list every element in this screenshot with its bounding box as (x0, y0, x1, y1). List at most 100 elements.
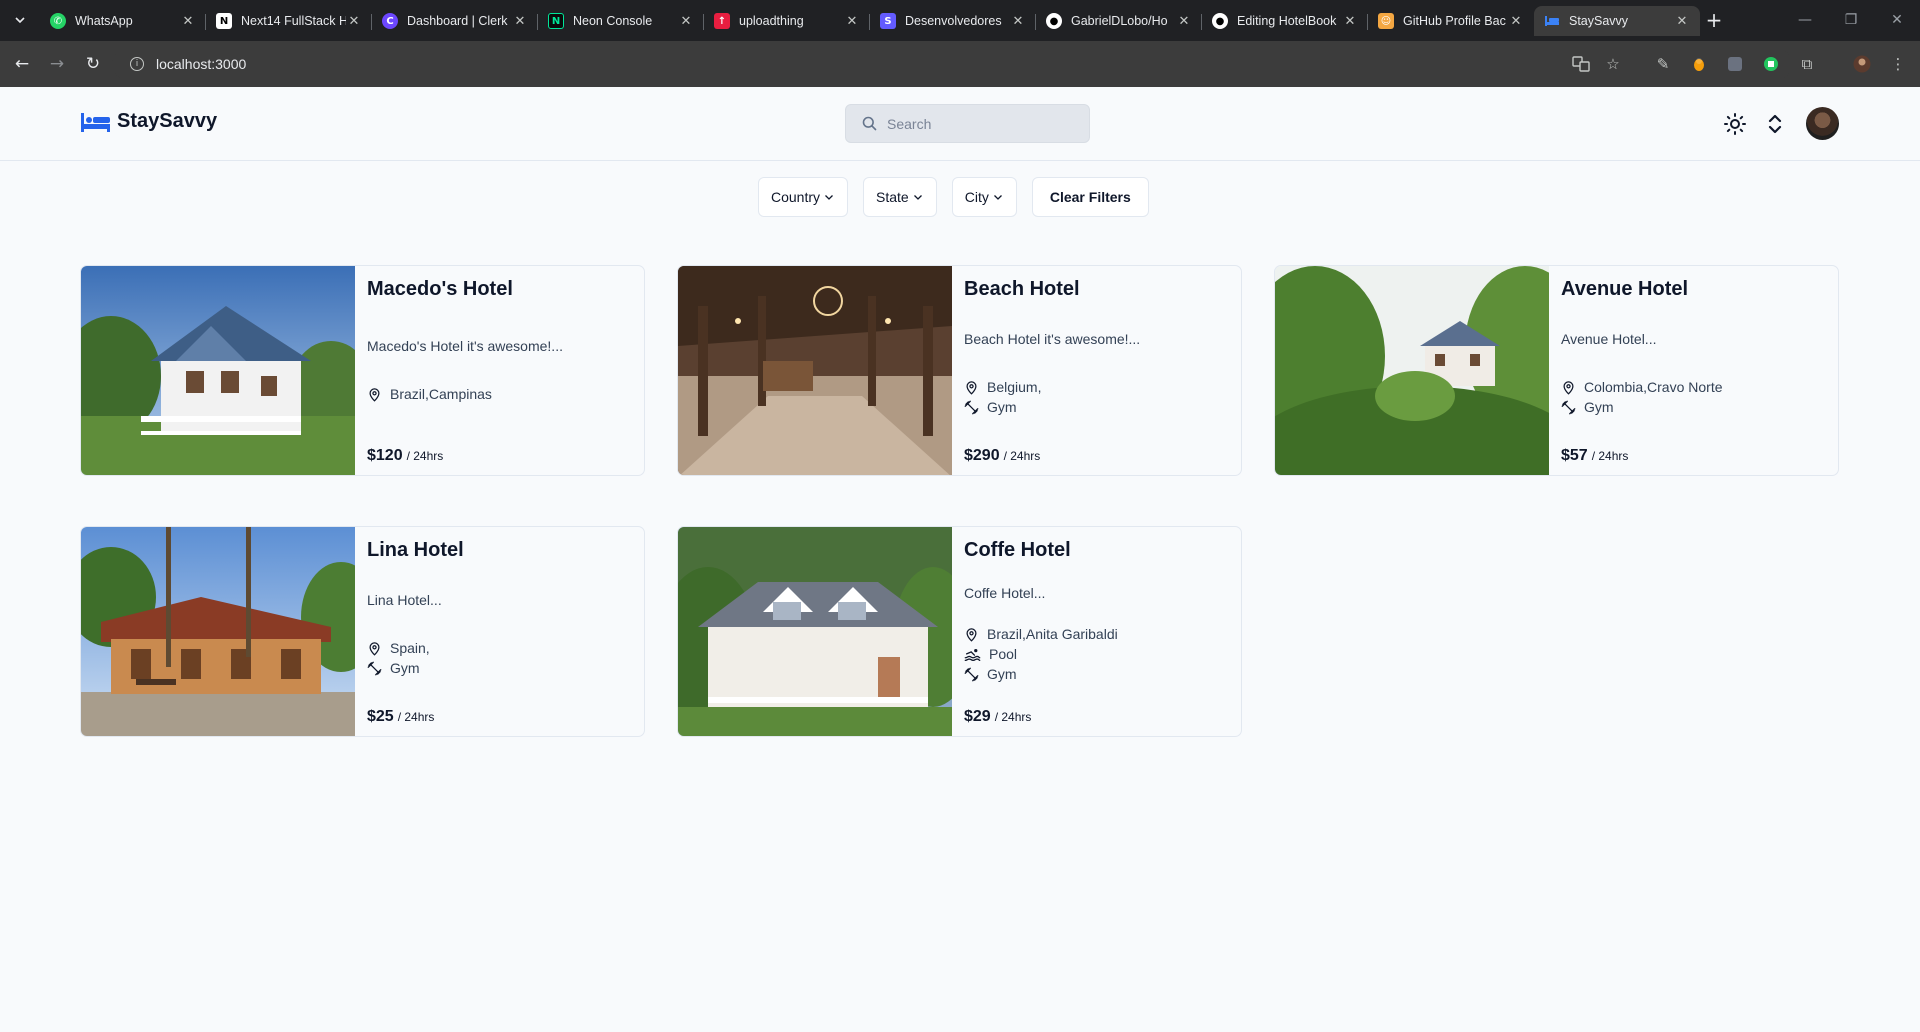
extension-orange-icon[interactable] (1687, 52, 1711, 76)
theme-toggle-button[interactable] (1720, 109, 1750, 139)
browser-tab[interactable]: N Next14 FullStack H ✕ (205, 6, 372, 36)
hotel-image (81, 527, 355, 736)
forward-icon[interactable]: → (44, 51, 70, 77)
browser-tab[interactable]: ↑ uploadthing ✕ (703, 6, 870, 36)
hotel-name: Coffe Hotel (964, 539, 1071, 561)
translate-icon[interactable] (1569, 52, 1593, 76)
city-filter-button[interactable]: City (951, 177, 1017, 217)
price-period: / 24hrs (1003, 449, 1041, 463)
hotel-info: Brazil,Anita Garibaldi Pool Gym (964, 624, 1118, 684)
sun-icon (1724, 113, 1746, 135)
hotel-description: Lina Hotel... (367, 592, 442, 608)
tab-title: GabrielDLobo/Ho (1071, 14, 1168, 28)
browser-menu-icon[interactable]: ⋮ (1886, 52, 1910, 76)
state-filter-button[interactable]: State (863, 177, 937, 217)
hotel-price: $57 (1561, 447, 1588, 464)
dumbbell-icon (964, 400, 979, 414)
location-row: Colombia,Cravo Norte (1561, 377, 1723, 397)
browser-tab[interactable]: S Desenvolvedores ✕ (869, 6, 1036, 36)
stripe-icon: S (880, 13, 896, 29)
expand-toggle-button[interactable] (1760, 109, 1790, 139)
state-filter-label: State (876, 189, 909, 205)
back-icon[interactable]: ← (9, 51, 35, 77)
tab-title: Dashboard | Clerk (407, 14, 508, 28)
search-input[interactable] (887, 115, 1077, 132)
eyedropper-icon[interactable]: ✎ (1651, 52, 1675, 76)
address-bar[interactable]: i localhost:3000 (112, 48, 1792, 80)
price-period: / 24hrs (1591, 449, 1629, 463)
map-pin-icon (369, 641, 380, 656)
tab-title: GitHub Profile Bac (1403, 14, 1506, 28)
close-tab-icon[interactable]: ✕ (180, 14, 196, 29)
country-filter-button[interactable]: Country (758, 177, 849, 217)
github-icon: ● (1046, 13, 1062, 29)
close-window-icon[interactable]: ✕ (1874, 8, 1920, 32)
brand-logo[interactable]: StaySavvy (80, 110, 217, 133)
price-period: / 24hrs (397, 710, 435, 724)
site-info-icon[interactable]: i (130, 57, 144, 71)
chevron-down-icon (912, 191, 924, 203)
browser-tab[interactable]: ☺ GitHub Profile Bac ✕ (1367, 6, 1534, 36)
hotel-card[interactable]: Avenue Hotel Avenue Hotel... Colombia,Cr… (1274, 265, 1839, 476)
close-tab-icon[interactable]: ✕ (1176, 14, 1192, 29)
location-row: Brazil,Anita Garibaldi (964, 624, 1118, 644)
close-tab-icon[interactable]: ✕ (1508, 14, 1524, 29)
tab-search-icon[interactable] (8, 8, 32, 32)
price-period: / 24hrs (406, 449, 444, 463)
hotel-price: $120 (367, 447, 403, 464)
hotel-card-body: Avenue Hotel Avenue Hotel... Colombia,Cr… (1549, 266, 1838, 475)
profile-avatar-icon[interactable] (1850, 52, 1874, 76)
amenity-row: Gym (964, 664, 1118, 684)
close-tab-icon[interactable]: ✕ (1010, 14, 1026, 29)
browser-tab[interactable]: ● GabrielDLobo/Ho ✕ (1035, 6, 1202, 36)
extensions-puzzle-icon[interactable]: ⧉ (1795, 52, 1819, 76)
bed-icon (81, 112, 110, 132)
tab-title: Desenvolvedores (905, 14, 1002, 28)
close-tab-icon[interactable]: ✕ (844, 14, 860, 29)
browser-tab[interactable]: C Dashboard | Clerk ✕ (371, 6, 538, 36)
hotel-amenity: Gym (390, 660, 420, 676)
clear-filters-button[interactable]: Clear Filters (1031, 177, 1149, 217)
hotel-price-row: $120 / 24hrs (367, 447, 443, 465)
hotel-card-body: Beach Hotel Beach Hotel it's awesome!...… (952, 266, 1241, 475)
reload-icon[interactable]: ↻ (80, 51, 106, 77)
hotel-description: Coffe Hotel... (964, 585, 1046, 601)
tab-title: StaySavvy (1569, 14, 1629, 28)
amenity-row: Gym (1561, 397, 1723, 417)
hotel-price: $29 (964, 708, 991, 725)
swimmer-icon (964, 648, 981, 661)
bookmark-star-icon[interactable]: ☆ (1601, 52, 1625, 76)
map-pin-icon (966, 627, 977, 642)
browser-tab[interactable]: N Neon Console ✕ (537, 6, 704, 36)
chevron-down-icon (992, 191, 1004, 203)
user-avatar[interactable] (1806, 107, 1839, 140)
hotel-card[interactable]: Coffe Hotel Coffe Hotel... Brazil,Anita … (677, 526, 1242, 737)
hotel-info: Colombia,Cravo Norte Gym (1561, 377, 1723, 417)
hotel-card[interactable]: Macedo's Hotel Macedo's Hotel it's aweso… (80, 265, 645, 476)
browser-tab[interactable]: ● Editing HotelBook ✕ (1201, 6, 1368, 36)
hotel-location: Spain, (390, 640, 430, 656)
amenity-row: Gym (367, 658, 430, 678)
close-tab-icon[interactable]: ✕ (678, 14, 694, 29)
location-row: Brazil,Campinas (367, 384, 492, 404)
hotel-card[interactable]: Lina Hotel Lina Hotel... Spain, Gym $25 … (80, 526, 645, 737)
hotel-card[interactable]: Beach Hotel Beach Hotel it's awesome!...… (677, 265, 1242, 476)
hotel-price-row: $29 / 24hrs (964, 708, 1031, 726)
restore-icon[interactable]: ❐ (1828, 8, 1874, 32)
hotel-card-body: Lina Hotel Lina Hotel... Spain, Gym $25 … (355, 527, 644, 736)
dumbbell-icon (964, 667, 979, 681)
close-tab-icon[interactable]: ✕ (512, 14, 528, 29)
hotel-image (1275, 266, 1549, 475)
hotel-image (678, 527, 952, 736)
whatsapp-icon: ✆ (50, 13, 66, 29)
extension-gray-icon[interactable] (1723, 52, 1747, 76)
extension-green-icon[interactable] (1759, 52, 1783, 76)
browser-tab[interactable]: ✆ WhatsApp ✕ (40, 6, 206, 36)
close-tab-icon[interactable]: ✕ (346, 14, 362, 29)
new-tab-icon[interactable]: + (1702, 8, 1726, 32)
close-tab-icon[interactable]: ✕ (1674, 14, 1690, 29)
close-tab-icon[interactable]: ✕ (1342, 14, 1358, 29)
browser-tab-active[interactable]: StaySavvy ✕ (1534, 6, 1700, 36)
minimize-icon[interactable]: — (1782, 8, 1828, 32)
search-box[interactable] (845, 104, 1090, 143)
